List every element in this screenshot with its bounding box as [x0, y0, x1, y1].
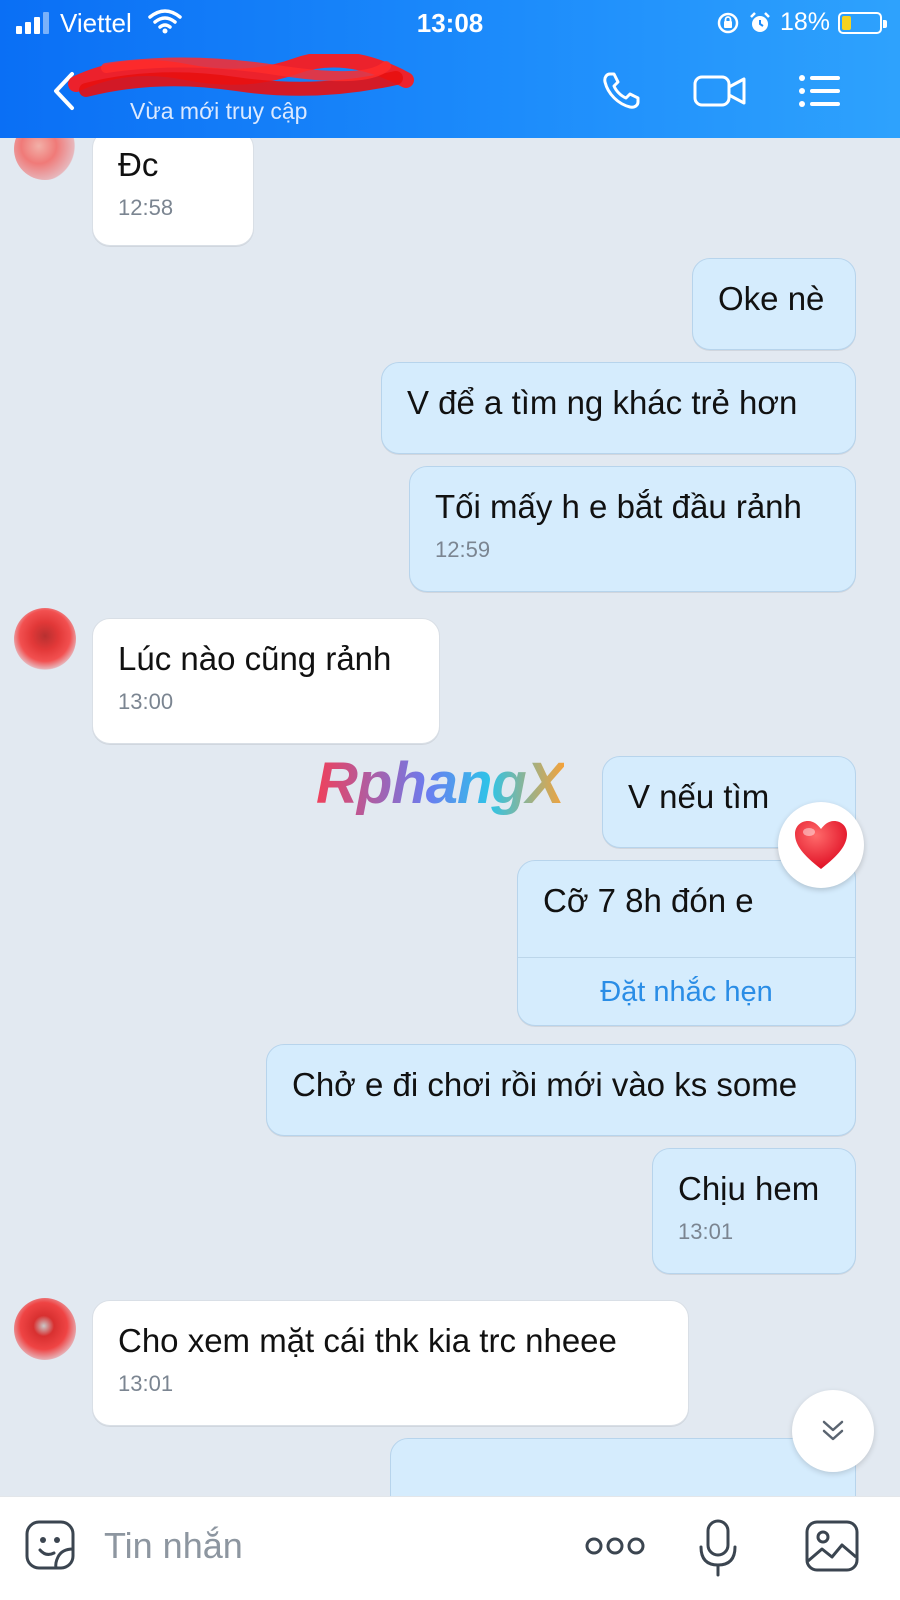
message-text: Chịu hem	[678, 1170, 820, 1207]
message-time: 13:01	[678, 1219, 734, 1244]
rotation-lock-icon	[717, 12, 739, 33]
microphone-icon[interactable]	[696, 1519, 740, 1579]
message-bubble-outgoing[interactable]: Chở e đi chơi rồi mới vào ks some	[266, 1044, 856, 1136]
reaction-badge[interactable]	[778, 802, 864, 888]
message-bubble-outgoing[interactable]: Chịu hem 13:01	[652, 1148, 856, 1274]
battery-icon	[838, 11, 887, 34]
message-time: 12:58	[118, 195, 174, 220]
message-bubble-incoming[interactable]: Cho xem mặt cái thk kia trc nheee 13:01	[92, 1300, 689, 1426]
status-right: 18%	[716, 8, 887, 37]
message-input[interactable]: Tin nhắn	[104, 1525, 243, 1567]
avatar[interactable]	[14, 138, 76, 180]
status-bar: Viettel 13:08 18%	[0, 0, 900, 46]
set-reminder-link[interactable]: Đặt nhắc hẹn	[518, 957, 855, 1025]
message-list[interactable]: Đc 12:58 Oke nè V để a tìm ng khác trẻ h…	[0, 138, 900, 1496]
more-dots-icon[interactable]	[584, 1535, 646, 1557]
message-bubble-incoming[interactable]: Đc 12:58	[92, 138, 254, 246]
video-camera-icon[interactable]	[692, 68, 748, 114]
message-time: 13:01	[118, 1371, 174, 1396]
scroll-to-bottom-button[interactable]	[792, 1390, 874, 1472]
message-composer: Tin nhắn	[0, 1496, 900, 1600]
alarm-icon	[750, 11, 770, 32]
avatar[interactable]	[14, 608, 76, 670]
message-text: Tối mấy h e bắt đầu rảnh	[435, 488, 802, 525]
message-text: Chở e đi chơi rồi mới vào ks some	[292, 1066, 798, 1103]
message-bubble-outgoing[interactable]	[390, 1438, 856, 1496]
message-time: 13:00	[118, 689, 174, 714]
image-icon[interactable]	[804, 1519, 860, 1573]
message-time: 12:59	[435, 537, 491, 562]
message-text: Cỡ 7 8h đón e	[543, 882, 754, 919]
list-icon[interactable]	[796, 68, 846, 114]
watermark: RphangX	[316, 751, 565, 816]
phone-icon[interactable]	[598, 68, 648, 114]
chat-header: Viettel 13:08 18% Vừa mới truy cập	[0, 0, 900, 138]
presence-status: Vừa mới truy cập	[130, 98, 308, 124]
message-text: Oke nè	[718, 280, 825, 317]
message-bubble-outgoing[interactable]: V để a tìm ng khác trẻ hơn	[381, 362, 856, 454]
avatar[interactable]	[14, 1298, 76, 1360]
message-text: Đc	[118, 146, 159, 183]
battery-percent: 18%	[779, 8, 830, 36]
message-bubble-outgoing[interactable]: Tối mấy h e bắt đầu rảnh 12:59	[409, 466, 856, 592]
sticker-icon[interactable]	[24, 1519, 78, 1573]
message-bubble-incoming[interactable]: Lúc nào cũng rảnh 13:00	[92, 618, 440, 744]
redaction-scribble	[68, 54, 414, 97]
message-text: V để a tìm ng khác trẻ hơn	[407, 384, 798, 421]
message-text: Cho xem mặt cái thk kia trc nheee	[118, 1322, 617, 1359]
double-chevron-down-icon	[822, 1420, 844, 1441]
message-bubble-outgoing[interactable]: Oke nè	[692, 258, 856, 350]
nav-row: Vừa mới truy cập	[0, 46, 900, 138]
message-text: Lúc nào cũng rảnh	[118, 640, 392, 677]
heart-icon	[795, 821, 847, 869]
